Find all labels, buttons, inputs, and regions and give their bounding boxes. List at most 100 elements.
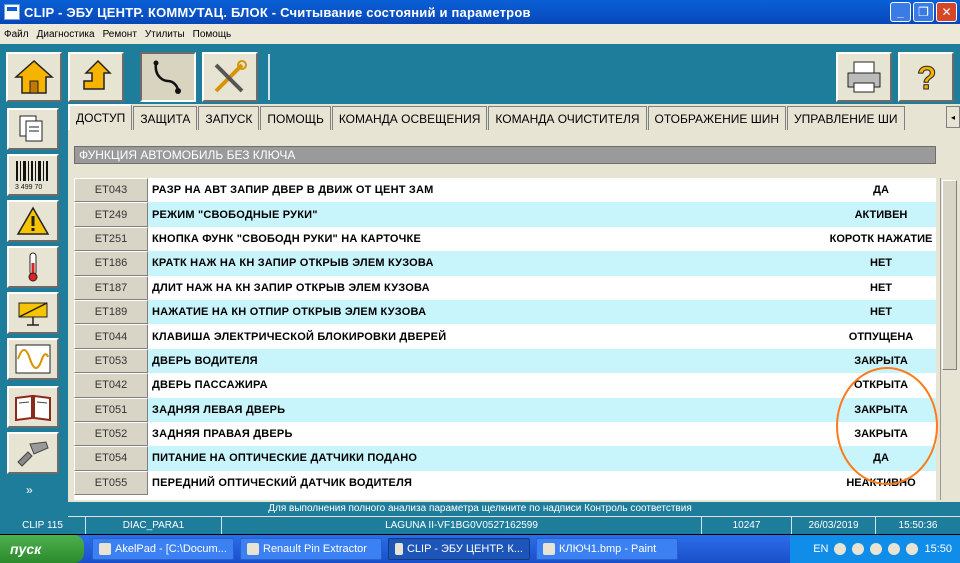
tab-bus-display[interactable]: ОТОБРАЖЕНИЕ ШИН bbox=[647, 106, 787, 130]
status-number: 10247 bbox=[702, 517, 792, 534]
table-row[interactable]: ET055 ПЕРЕДНИЙ ОПТИЧЕСКИЙ ДАТЧИК ВОДИТЕЛ… bbox=[74, 470, 936, 496]
sound-icon[interactable] bbox=[906, 543, 919, 555]
print-button[interactable] bbox=[836, 52, 892, 102]
param-label: ПИТАНИЕ НА ОПТИЧЕСКИЕ ДАТЧИКИ ПОДАНО bbox=[152, 452, 418, 465]
home-button[interactable] bbox=[6, 52, 62, 102]
tab-help[interactable]: ПОМОЩЬ bbox=[260, 106, 331, 130]
back-icon[interactable] bbox=[834, 543, 847, 555]
param-code[interactable]: ET044 bbox=[74, 324, 148, 349]
close-button[interactable]: ✕ bbox=[936, 2, 957, 22]
battery-icon[interactable] bbox=[870, 543, 883, 555]
printer-icon bbox=[847, 61, 881, 93]
system-tray: EN 15:50 bbox=[790, 535, 960, 563]
side-documents-button[interactable] bbox=[7, 108, 59, 150]
param-label: ЗАДНЯЯ ПРАВАЯ ДВЕРЬ bbox=[152, 428, 293, 441]
param-code[interactable]: ET053 bbox=[74, 348, 148, 374]
status-time: 15:50:36 bbox=[898, 520, 938, 531]
table-row[interactable]: ET053 ДВЕРЬ ВОДИТЕЛЯ ЗАКРЫТА bbox=[74, 348, 936, 374]
task-label: Renault Pin Extractor bbox=[263, 543, 367, 555]
table-row[interactable]: ET189 НАЖАТИЕ НА КН ОТПИР ОТКРЫВ ЭЛЕМ КУ… bbox=[74, 299, 936, 325]
param-code[interactable]: ET054 bbox=[74, 446, 148, 471]
param-code[interactable]: ET051 bbox=[74, 397, 148, 422]
tools-icon bbox=[214, 60, 247, 93]
param-value: АКТИВЕН bbox=[854, 208, 908, 221]
table-row[interactable]: ET054 ПИТАНИЕ НА ОПТИЧЕСКИЕ ДАТЧИКИ ПОДА… bbox=[74, 446, 936, 471]
status-vehicle: LAGUNA II-VF1BG0V0527162599 bbox=[222, 517, 702, 534]
task-pin-extractor[interactable]: Renault Pin Extractor bbox=[240, 538, 382, 560]
table-row[interactable]: ET186 КРАТК НАЖ НА КН ЗАПИР ОТКРЫВ ЭЛЕМ … bbox=[74, 251, 936, 276]
monitor-icon[interactable] bbox=[888, 543, 901, 555]
side-temperature-button[interactable] bbox=[7, 246, 59, 288]
toolbar-divider bbox=[268, 54, 270, 100]
start-button[interactable]: пуск bbox=[0, 535, 84, 563]
help-button[interactable]: ? bbox=[898, 52, 954, 102]
section-title: ФУНКЦИЯ АВТОМОБИЛЬ БЕЗ КЛЮЧА bbox=[74, 146, 936, 164]
paint-icon bbox=[543, 543, 555, 555]
diagnostic-probe-button[interactable] bbox=[140, 52, 196, 102]
menu-file[interactable]: Файл bbox=[4, 29, 29, 40]
param-code[interactable]: ET042 bbox=[74, 373, 148, 398]
akelpad-icon bbox=[99, 543, 111, 555]
param-value: НЕТ bbox=[870, 306, 892, 319]
task-akelpad[interactable]: AkelPad - [C:\Docum... bbox=[92, 538, 234, 560]
table-row[interactable]: ET043 РАЗР НА АВТ ЗАПИР ДВЕР В ДВИЖ ОТ Ц… bbox=[74, 178, 936, 203]
side-manual-button[interactable] bbox=[7, 386, 59, 428]
side-actuator-button[interactable] bbox=[7, 292, 59, 334]
language-indicator[interactable]: EN bbox=[813, 543, 828, 555]
table-row[interactable]: ET249 РЕЖИМ "СВОБОДНЫЕ РУКИ" АКТИВЕН bbox=[74, 202, 936, 227]
param-code[interactable]: ET055 bbox=[74, 470, 148, 496]
param-code[interactable]: ET186 bbox=[74, 251, 148, 276]
param-code[interactable]: ET251 bbox=[74, 226, 148, 252]
tab-bus-control[interactable]: УПРАВЛЕНИЕ ШИ bbox=[787, 106, 905, 130]
tab-start[interactable]: ЗАПУСК bbox=[198, 106, 260, 130]
param-code[interactable]: ET187 bbox=[74, 275, 148, 300]
task-label: КЛЮЧ1.bmp - Paint bbox=[559, 543, 657, 555]
highlight-circle-annotation bbox=[836, 367, 938, 485]
param-code[interactable]: ET043 bbox=[74, 178, 148, 203]
chevron-down-icon[interactable]: » bbox=[26, 483, 33, 497]
table-row[interactable]: ET051 ЗАДНЯЯ ЛЕВАЯ ДВЕРЬ ЗАКРЫТА bbox=[74, 397, 936, 422]
table-row[interactable]: ET044 КЛАВИША ЭЛЕКТРИЧЕСКОЙ БЛОКИРОВКИ Д… bbox=[74, 324, 936, 349]
table-scrollbar[interactable] bbox=[940, 178, 958, 500]
network-icon[interactable] bbox=[852, 543, 865, 555]
stethoscope-icon bbox=[153, 60, 181, 94]
param-code[interactable]: ET052 bbox=[74, 421, 148, 447]
back-button[interactable] bbox=[68, 52, 124, 102]
menu-help[interactable]: Помощь bbox=[193, 29, 232, 40]
task-label: CLIP - ЭБУ ЦЕНТР. К... bbox=[406, 543, 523, 555]
param-value: КОРОТК НАЖАТИЕ bbox=[829, 232, 933, 245]
side-warning-button[interactable] bbox=[7, 200, 59, 242]
task-clip[interactable]: CLIP - ЭБУ ЦЕНТР. К... bbox=[388, 538, 530, 560]
param-label: НАЖАТИЕ НА КН ОТПИР ОТКРЫВ ЭЛЕМ КУЗОВА bbox=[152, 306, 427, 319]
side-barcode-button[interactable]: 3 499 70 bbox=[7, 154, 59, 196]
param-label: ДВЕРЬ ПАССАЖИРА bbox=[152, 379, 268, 392]
tab-scroll-arrow[interactable]: ◂ bbox=[946, 106, 960, 128]
maximize-button[interactable]: ❐ bbox=[913, 2, 934, 22]
repair-icon bbox=[17, 441, 49, 467]
param-value: ДА bbox=[873, 184, 889, 197]
minimize-button[interactable]: _ bbox=[890, 2, 911, 22]
scrollbar-thumb[interactable] bbox=[942, 180, 957, 370]
tab-lighting[interactable]: КОМАНДА ОСВЕЩЕНИЯ bbox=[331, 106, 488, 130]
param-code[interactable]: ET189 bbox=[74, 299, 148, 325]
side-repair-button[interactable] bbox=[7, 432, 59, 474]
title-bar: CLIP - ЭБУ ЦЕНТР. КОММУТАЦ. БЛОК - Считы… bbox=[0, 0, 960, 24]
tab-wiper[interactable]: КОМАНДА ОЧИСТИТЕЛЯ bbox=[488, 106, 647, 130]
param-value: ЗАКРЫТА bbox=[854, 354, 908, 367]
menu-repair[interactable]: Ремонт bbox=[103, 29, 137, 40]
tab-access[interactable]: ДОСТУП bbox=[68, 104, 133, 130]
menu-utilities[interactable]: Утилиты bbox=[145, 29, 185, 40]
task-label: AkelPad - [C:\Docum... bbox=[115, 543, 227, 555]
tab-protection[interactable]: ЗАЩИТА bbox=[133, 106, 198, 130]
warning-icon bbox=[16, 206, 50, 235]
task-paint[interactable]: КЛЮЧ1.bmp - Paint bbox=[536, 538, 678, 560]
tools-button[interactable] bbox=[202, 52, 258, 102]
table-row[interactable]: ET187 ДЛИТ НАЖ НА КН ЗАПИР ОТКРЫВ ЭЛЕМ К… bbox=[74, 275, 936, 300]
table-row[interactable]: ET042 ДВЕРЬ ПАССАЖИРА ОТКРЫТА bbox=[74, 373, 936, 398]
param-code[interactable]: ET249 bbox=[74, 202, 148, 227]
table-row[interactable]: ET052 ЗАДНЯЯ ПРАВАЯ ДВЕРЬ ЗАКРЫТА bbox=[74, 421, 936, 447]
side-signal-button[interactable] bbox=[7, 338, 59, 380]
pin-extractor-icon bbox=[247, 543, 259, 555]
table-row[interactable]: ET251 КНОПКА ФУНК "СВОБОДН РУКИ" НА КАРТ… bbox=[74, 226, 936, 252]
menu-diagnostics[interactable]: Диагностика bbox=[37, 29, 95, 40]
